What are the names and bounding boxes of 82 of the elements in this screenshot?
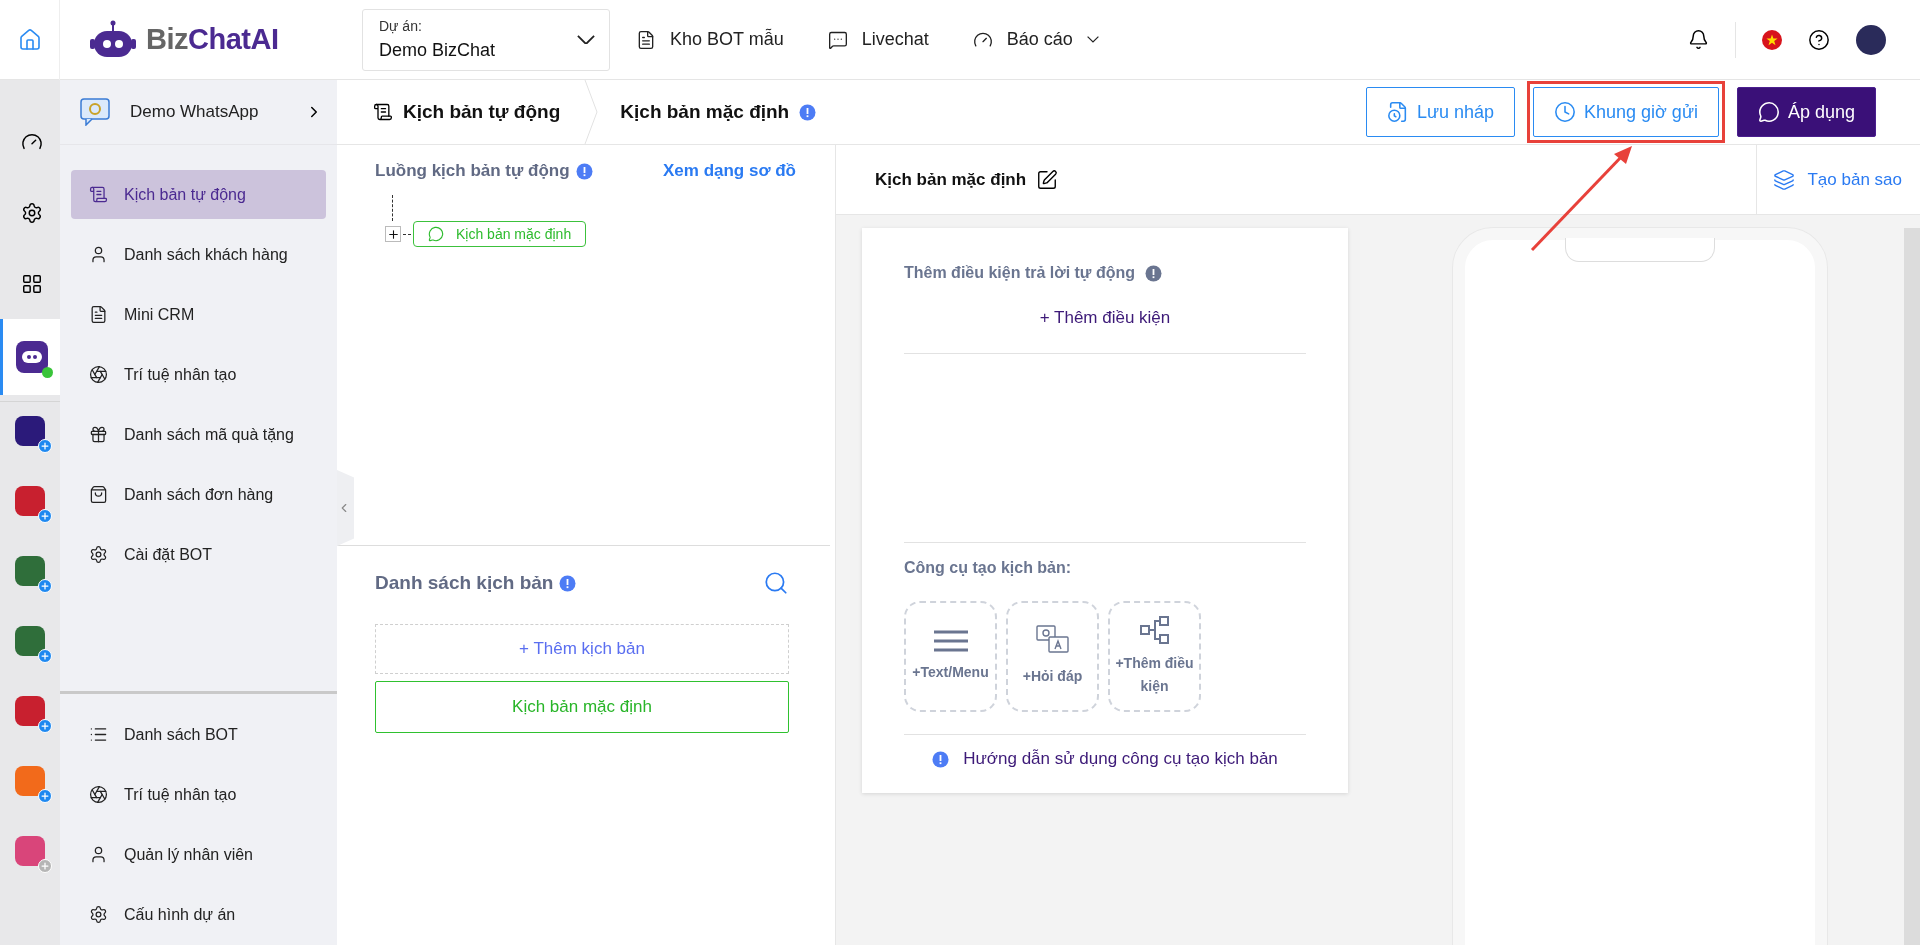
sidebar-item[interactable]: Trí tuệ nhân tạo: [71, 350, 326, 399]
home-icon[interactable]: [17, 27, 42, 52]
nav-link[interactable]: Livechat: [827, 29, 929, 50]
document-icon: [89, 305, 108, 324]
plus-badge-icon[interactable]: [38, 649, 52, 663]
alert-icon: [932, 750, 950, 768]
settings-icon: [89, 545, 108, 564]
toolbar-button[interactable]: Lưu nháp: [1365, 87, 1515, 137]
chat-bubble-icon: [428, 226, 444, 242]
brand-name: BizChatAI: [146, 23, 279, 56]
aperture-icon: [89, 785, 108, 804]
sidebar-item[interactable]: Danh sách khách hàng: [71, 230, 326, 279]
sidebar-item[interactable]: Kịch bản tự động: [71, 170, 326, 219]
toolbar-button[interactable]: Áp dụng: [1736, 87, 1876, 137]
collapse-handle[interactable]: [337, 470, 354, 546]
breadcrumb-link[interactable]: Kịch bản tự động: [403, 101, 561, 123]
bot-selector[interactable]: Demo WhatsApp: [60, 80, 337, 145]
chat-icon: [827, 29, 848, 50]
settings-icon: [89, 905, 108, 924]
menu-icon: [932, 629, 969, 654]
list-icon: [89, 725, 108, 744]
sidebar-item[interactable]: Trí tuệ nhân tạo: [71, 770, 326, 819]
plus-badge-icon[interactable]: [38, 579, 52, 593]
chat-bubble-icon: [1757, 101, 1780, 123]
user-icon: [89, 245, 108, 264]
section-title: Danh sách kịch bản: [375, 572, 577, 594]
bag-icon: [89, 485, 108, 504]
layers-icon: [1773, 168, 1796, 191]
guide-link[interactable]: Hướng dẫn sử dụng công cụ tạo kịch bản: [932, 749, 1278, 769]
tool-tile[interactable]: +Thêm điều kiện: [1108, 601, 1201, 712]
script-title: Kịch bản mặc định: [875, 169, 1027, 190]
sidebar-item[interactable]: Cấu hình dự án: [71, 890, 326, 939]
breadcrumb-current: Kịch bản mặc định: [620, 101, 790, 123]
nav-link[interactable]: Kho BOT mẫu: [636, 29, 784, 50]
settings-icon: [20, 201, 43, 224]
tool-tile[interactable]: +Text/Menu: [904, 601, 997, 712]
aperture-icon: [89, 365, 108, 384]
document-icon: [636, 29, 656, 50]
clock-icon: [1554, 101, 1576, 123]
gift-icon: [89, 425, 108, 444]
add-condition-link[interactable]: + Thêm điều kiện: [1039, 308, 1171, 328]
info-icon: [1145, 264, 1162, 282]
robot-logo-icon: [90, 19, 136, 60]
sidebar-item[interactable]: Danh sách mã quà tặng: [71, 410, 326, 459]
sidebar-item[interactable]: Mini CRM: [71, 290, 326, 339]
section-title: Luồng kịch bản tự động: [375, 161, 593, 181]
document-icon: [89, 185, 108, 204]
tools-title: Công cụ tạo kịch bản:: [904, 559, 1073, 577]
grid-icon: [20, 272, 43, 295]
toolbar-button[interactable]: Khung giờ gửi: [1533, 87, 1719, 137]
help-icon[interactable]: [1808, 28, 1830, 51]
sidebar-item[interactable]: Quản lý nhân viên: [71, 830, 326, 879]
project-select[interactable]: Dự án: Demo BizChat: [362, 8, 610, 71]
notification-bell-icon[interactable]: [1688, 29, 1709, 50]
flow-nodes-icon: [1139, 616, 1170, 645]
app-icon[interactable]: [15, 416, 45, 446]
user-icon: [89, 845, 108, 864]
diagram-view-link[interactable]: Xem dạng sơ đồ: [663, 161, 796, 181]
avatar[interactable]: [1856, 24, 1886, 55]
add-script-button[interactable]: + Thêm kịch bản: [375, 624, 789, 674]
flag-icon[interactable]: [1762, 29, 1782, 50]
app-icon[interactable]: [15, 556, 45, 586]
sidebar-item[interactable]: Danh sách BOT: [71, 710, 326, 759]
search-icon[interactable]: [763, 570, 789, 596]
sidebar-item[interactable]: Danh sách đơn hàng: [71, 470, 326, 519]
plus-badge-icon[interactable]: [38, 439, 52, 453]
info-icon: [799, 103, 817, 121]
document-clock-icon: [1386, 101, 1409, 123]
edit-icon[interactable]: [1036, 168, 1059, 191]
expand-toggle[interactable]: [385, 226, 401, 242]
info-icon: [559, 574, 577, 592]
info-icon: [575, 162, 593, 180]
card-title: Thêm điều kiện trả lời tự động: [904, 264, 1306, 282]
chevron-down-icon: [577, 34, 595, 45]
plus-icon: [386, 227, 400, 241]
nav-link[interactable]: Báo cáo: [972, 29, 1099, 50]
document-icon: [373, 102, 393, 122]
robot-face-icon: [20, 349, 43, 365]
sidebar-item[interactable]: Cài đặt BOT: [71, 530, 326, 579]
duplicate-button[interactable]: Tạo bản sao: [1756, 144, 1920, 215]
app-icon[interactable]: [15, 626, 45, 656]
tool-tile[interactable]: +Hỏi đáp: [1006, 601, 1099, 712]
